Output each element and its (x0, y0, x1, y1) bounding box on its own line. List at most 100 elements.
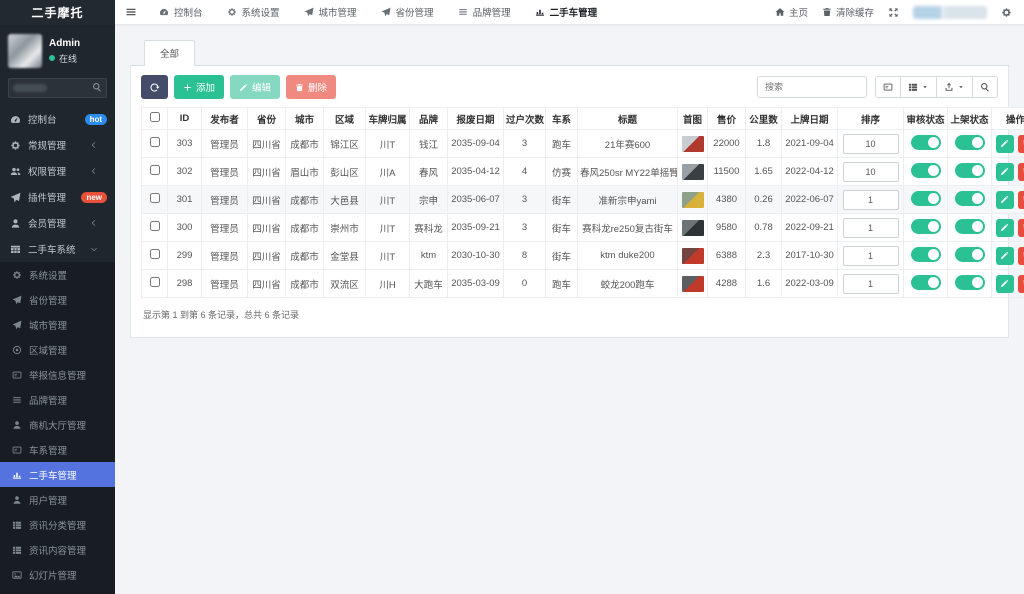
row-checkbox[interactable] (150, 249, 160, 259)
row-edit-button[interactable] (996, 275, 1014, 293)
cover-image[interactable] (682, 164, 704, 180)
sort-input[interactable] (843, 274, 899, 294)
row-checkbox[interactable] (150, 165, 160, 175)
sidebar-subitem[interactable]: 系统设置 (0, 262, 115, 287)
row-edit-button[interactable] (996, 163, 1014, 181)
row-delete-button[interactable] (1018, 191, 1024, 209)
sidebar-item[interactable]: 二手车系统 (0, 236, 115, 262)
row-delete-button[interactable] (1018, 135, 1024, 153)
sort-input[interactable] (843, 190, 899, 210)
sidebar-subitem[interactable]: 资讯内容管理 (0, 537, 115, 562)
send-icon (10, 295, 23, 305)
sidebar-subitem[interactable]: 商机大厅管理 (0, 412, 115, 437)
audit-status-toggle[interactable] (911, 275, 941, 290)
sidebar-item[interactable]: 控制台hot (0, 106, 115, 132)
image-icon (10, 570, 23, 580)
scrap_date-cell: 2035-09-21 (448, 214, 504, 242)
audit-status-toggle[interactable] (911, 219, 941, 234)
cover-image[interactable] (682, 276, 704, 292)
sidebar-item[interactable]: 常规管理 (0, 132, 115, 158)
topbar-tab[interactable]: 城市管理 (292, 0, 369, 24)
pencil-icon (239, 83, 248, 92)
sidebar-subitem[interactable]: 省份管理 (0, 287, 115, 312)
audit-status-toggle[interactable] (911, 191, 941, 206)
refresh-button[interactable] (141, 75, 168, 99)
edit-button[interactable]: 编辑 (230, 75, 280, 99)
add-button[interactable]: 添加 (174, 75, 224, 99)
shelf-status-toggle[interactable] (955, 135, 985, 150)
cover-image[interactable] (682, 136, 704, 152)
row-checkbox[interactable] (150, 277, 160, 287)
shelf-status-toggle[interactable] (955, 247, 985, 262)
gear-icon[interactable] (1001, 7, 1012, 18)
cover-image[interactable] (682, 220, 704, 236)
columns-button[interactable] (901, 76, 937, 98)
city-cell: 成都市 (286, 186, 324, 214)
topbar-tab[interactable]: 品牌管理 (446, 0, 523, 24)
series-cell: 跑车 (546, 130, 578, 158)
shelf-status-toggle[interactable] (955, 219, 985, 234)
sidebar-item-label: 插件管理 (28, 190, 81, 204)
sort-input[interactable] (843, 246, 899, 266)
fullscreen-icon[interactable] (888, 7, 899, 18)
row-checkbox[interactable] (150, 221, 160, 231)
sidebar-subitem[interactable]: 品牌管理 (0, 387, 115, 412)
blurred-username[interactable] (913, 6, 987, 19)
sidebar-item[interactable]: 权限管理 (0, 158, 115, 184)
id-cell: 303 (168, 130, 202, 158)
sort-input[interactable] (843, 134, 899, 154)
topbar-tab[interactable]: 省份管理 (369, 0, 446, 24)
row-edit-button[interactable] (996, 135, 1014, 153)
sidebar-subitem[interactable]: 区域管理 (0, 337, 115, 362)
topbar-tab[interactable]: 系统设置 (215, 0, 292, 24)
sidebar-subitem[interactable]: 幻灯片管理 (0, 562, 115, 587)
shelf-status-toggle[interactable] (955, 191, 985, 206)
row-delete-button[interactable] (1018, 163, 1024, 181)
row-edit-button[interactable] (996, 219, 1014, 237)
select-all-checkbox[interactable] (150, 112, 160, 122)
topbar-tab[interactable]: 二手车管理 (523, 0, 610, 24)
topbar-tab[interactable]: 控制台 (147, 0, 215, 24)
sidebar-item[interactable]: 会员管理 (0, 210, 115, 236)
sidebar-subitem[interactable]: 用户管理 (0, 487, 115, 512)
province-cell: 四川省 (248, 186, 286, 214)
table-search-input[interactable] (757, 76, 867, 98)
scrap_date-cell: 2035-04-12 (448, 158, 504, 186)
series-cell: 街车 (546, 186, 578, 214)
mileage-cell: 1.8 (746, 130, 782, 158)
export-button[interactable] (937, 76, 973, 98)
row-delete-button[interactable] (1018, 219, 1024, 237)
shelf-status-toggle[interactable] (955, 275, 985, 290)
sort-input[interactable] (843, 162, 899, 182)
sidebar-item[interactable]: 插件管理new (0, 184, 115, 210)
row-edit-button[interactable] (996, 191, 1014, 209)
clear-cache-link[interactable]: 清除缓存 (822, 5, 874, 19)
sidebar-subitem[interactable]: 资讯分类管理 (0, 512, 115, 537)
search-toggle-button[interactable] (973, 76, 998, 98)
menu-toggle-icon[interactable] (115, 6, 147, 18)
row-checkbox[interactable] (150, 137, 160, 147)
province-cell: 四川省 (248, 130, 286, 158)
delete-button[interactable]: 删除 (286, 75, 336, 99)
sidebar-subitem[interactable]: 车系管理 (0, 437, 115, 462)
audit-status-toggle[interactable] (911, 135, 941, 150)
row-delete-button[interactable] (1018, 275, 1024, 293)
row-checkbox[interactable] (150, 193, 160, 203)
district-cell: 崇州市 (324, 214, 366, 242)
scrap_date-cell: 2030-10-30 (448, 242, 504, 270)
row-edit-button[interactable] (996, 247, 1014, 265)
row-delete-button[interactable] (1018, 247, 1024, 265)
sidebar-subitem[interactable]: 自定义导航管理 (0, 587, 115, 594)
cover-image[interactable] (682, 192, 704, 208)
tab-all[interactable]: 全部 (144, 40, 195, 66)
filter-toggle-button[interactable] (875, 76, 901, 98)
sidebar-subitem[interactable]: 举报信息管理 (0, 362, 115, 387)
audit-status-toggle[interactable] (911, 247, 941, 262)
sidebar-subitem[interactable]: 城市管理 (0, 312, 115, 337)
shelf-status-toggle[interactable] (955, 163, 985, 178)
sidebar-subitem-active[interactable]: 二手车管理 (0, 462, 115, 487)
home-link[interactable]: 主页 (775, 5, 808, 19)
sort-input[interactable] (843, 218, 899, 238)
audit-status-toggle[interactable] (911, 163, 941, 178)
cover-image[interactable] (682, 248, 704, 264)
